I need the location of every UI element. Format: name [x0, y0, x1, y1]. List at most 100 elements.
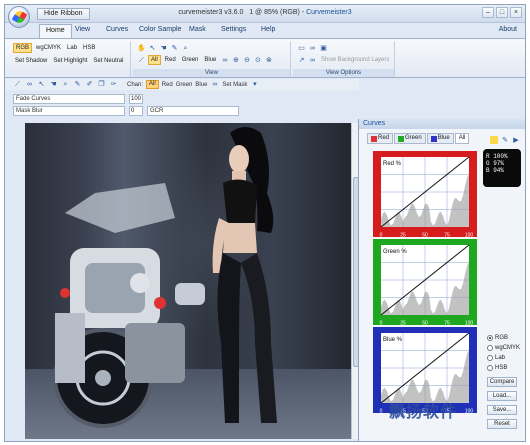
curves-tab-green[interactable]: Green — [394, 133, 426, 144]
curves-tab-all[interactable]: All — [454, 133, 470, 144]
curve-tick-label: 100 — [465, 233, 474, 238]
hand-icon[interactable]: ☚ — [49, 80, 58, 89]
tab-help[interactable]: Help — [261, 26, 275, 33]
save-button[interactable]: Save... — [487, 405, 517, 415]
fade-curves-slider[interactable]: Fade Curves — [13, 93, 125, 104]
zoom-out-icon[interactable]: ⊖ — [242, 56, 251, 65]
radio-rgb[interactable]: RGB — [487, 333, 520, 343]
app-logo-icon[interactable] — [8, 6, 30, 28]
ribbon-group-view-options: ▭ ∞ ▣ ↗ ∞ Show Background Layers View Op… — [293, 41, 395, 77]
brush-icon[interactable]: ✐ — [85, 80, 94, 89]
image-icon[interactable]: ▣ — [319, 44, 328, 53]
glasses-view-icon[interactable]: ∞ — [308, 56, 317, 65]
image-canvas[interactable] — [25, 123, 355, 439]
close-button[interactable]: × — [510, 7, 522, 18]
curve-tick-label: 100 — [465, 321, 474, 326]
title-bar: Hide Ribbon curvemeister3 v3.6.0 1 @ 85%… — [5, 5, 525, 28]
layout-icon[interactable]: ▭ — [297, 44, 306, 53]
curve-tick-label: 100 — [465, 409, 474, 414]
pen-icon[interactable]: ✑ — [109, 80, 118, 89]
zoom-icon[interactable]: ⌕ — [61, 80, 70, 89]
tool-channel-green[interactable]: Green — [176, 82, 193, 88]
show-background-layers-button[interactable]: Show Background Layers — [319, 55, 391, 65]
mode-hsb-button[interactable]: HSB — [81, 43, 97, 53]
radio-lab[interactable]: Lab — [487, 353, 520, 363]
play-icon[interactable]: ▶ — [512, 136, 520, 144]
compare-button[interactable]: Compare — [487, 377, 517, 387]
tool-channel-all[interactable]: All — [146, 80, 159, 89]
curves-tab-blue[interactable]: Blue — [426, 133, 454, 144]
watermark-logo: 飘扬软件 — [389, 402, 458, 421]
binoculars-icon[interactable]: ∞ — [308, 44, 317, 53]
curve-tick-label: 50 — [422, 233, 428, 238]
mode-rgb-button[interactable]: RGB — [13, 43, 33, 53]
ribbon: RGB wgCMYK Lab HSB Set Shadow Set Highli… — [5, 38, 525, 78]
hand-icon[interactable]: ☚ — [159, 44, 168, 53]
set-shadow-button[interactable]: Set Shadow — [13, 56, 49, 66]
curves-tab-red[interactable]: Red — [367, 133, 394, 144]
set-highlight-button[interactable]: Set Highlight — [51, 56, 89, 66]
set-mask-button[interactable]: Set Mask — [222, 82, 247, 88]
zoom-actual-icon[interactable]: ⊗ — [264, 56, 273, 65]
tab-mask[interactable]: Mask — [189, 26, 206, 33]
reset-button[interactable]: Reset — [487, 419, 517, 429]
fade-curves-value[interactable]: 100 — [129, 93, 143, 104]
tab-view[interactable]: View — [75, 26, 90, 33]
eyedropper-icon[interactable]: ✎ — [73, 80, 82, 89]
green-curve-chart[interactable]: Green % 0 25 50 75 100 — [373, 239, 477, 327]
pan-hand-icon[interactable]: ✋ — [137, 44, 146, 53]
model-figure — [212, 127, 277, 423]
channel-red-button[interactable]: Red — [163, 55, 178, 65]
radio-hsb[interactable]: HSB — [487, 363, 520, 373]
tab-home[interactable]: Home — [39, 24, 72, 38]
curve-tick-label: 0 — [380, 321, 383, 326]
red-curve-chart[interactable]: Red % 0 25 50 75 100 — [373, 151, 477, 239]
load-button[interactable]: Load... — [487, 391, 517, 401]
window-title: curvemeister3 v3.6.0 1 @ 85% (RGB) - Cur… — [178, 9, 352, 16]
about-link[interactable]: About — [499, 26, 517, 33]
mode-lab-button[interactable]: Lab — [65, 43, 79, 53]
glasses-icon[interactable]: ∞ — [220, 56, 229, 65]
curve-tick-label: 50 — [422, 321, 428, 326]
set-neutral-button[interactable]: Set Neutral — [91, 56, 125, 66]
copy-icon[interactable]: ❐ — [97, 80, 106, 89]
zoom-fit-icon[interactable]: ⊙ — [253, 56, 262, 65]
mode-wgcmyk-button[interactable]: wgCMYK — [34, 43, 63, 53]
color-readout: R 100% G 97% B 94% — [483, 149, 521, 187]
pointer-icon[interactable]: ↖ — [37, 80, 46, 89]
maximize-button[interactable]: □ — [496, 7, 508, 18]
channel-all-button[interactable]: All — [148, 55, 161, 65]
curve-tick-label: 0 — [380, 409, 383, 414]
radio-wgcmyk[interactable]: wgCMYK — [487, 343, 520, 353]
zoom-in-icon[interactable]: ⊕ — [231, 56, 240, 65]
folder-icon[interactable] — [490, 136, 498, 144]
tab-settings[interactable]: Settings — [221, 26, 246, 33]
glasses-toggle-icon[interactable]: ∞ — [210, 80, 219, 89]
tab-curves[interactable]: Curves — [106, 26, 128, 33]
arrow-tool-icon[interactable]: ↗ — [297, 56, 306, 65]
curve-tick-label: 25 — [400, 233, 406, 238]
eyedropper-icon[interactable]: ✎ — [501, 136, 509, 144]
channel-green-button[interactable]: Green — [180, 55, 201, 65]
mask-blur-value[interactable]: 0 — [129, 105, 143, 116]
gcr-slider[interactable]: GCR — [147, 105, 239, 116]
photo-illustration — [53, 127, 277, 428]
pointer-icon[interactable]: ↖ — [148, 44, 157, 53]
glasses-icon[interactable]: ∞ — [25, 80, 34, 89]
chevron-down-icon[interactable]: ▾ — [250, 80, 259, 89]
channel-blue-button[interactable]: Blue — [202, 55, 218, 65]
mask-blur-slider[interactable]: Mask Blur — [13, 105, 125, 116]
curve-tool-icon[interactable]: ⟋ — [137, 56, 146, 65]
motorcycle — [53, 183, 205, 428]
curve-tick-label: 75 — [444, 233, 450, 238]
tab-color-sample[interactable]: Color Sample — [139, 26, 181, 33]
zoom-icon[interactable]: ⌕ — [181, 44, 190, 53]
curves-panel-header: Curves — [359, 119, 525, 129]
eyedropper-icon[interactable]: ✎ — [170, 44, 179, 53]
curve-tick-label: 75 — [444, 321, 450, 326]
ribbon-group-mode: RGB wgCMYK Lab HSB Set Shadow Set Highli… — [9, 41, 131, 77]
tool-channel-blue[interactable]: Blue — [195, 82, 207, 88]
tool-channel-red[interactable]: Red — [162, 82, 173, 88]
curve-icon[interactable]: ⟋ — [13, 80, 22, 89]
minimize-button[interactable]: – — [482, 7, 494, 18]
